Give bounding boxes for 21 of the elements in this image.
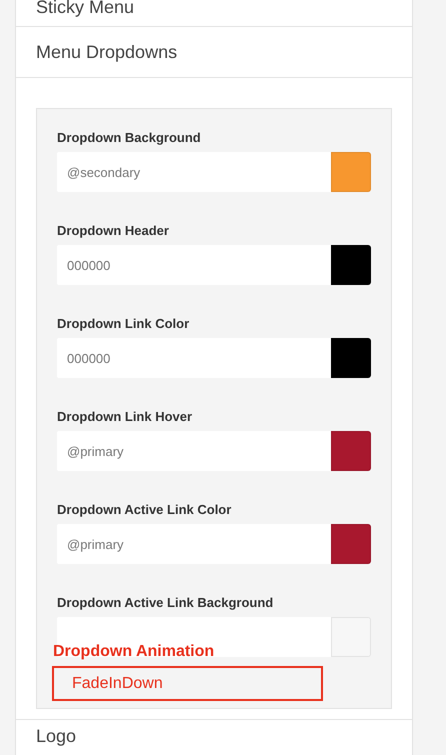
- field-label: Dropdown Background: [57, 131, 202, 145]
- color-input[interactable]: 000000: [57, 245, 331, 285]
- field-label: Dropdown Link Color: [57, 317, 190, 331]
- color-swatch[interactable]: [331, 617, 371, 657]
- field-label: Dropdown Link Hover: [57, 410, 194, 424]
- animation-select[interactable]: FadeInDown: [52, 666, 323, 701]
- field-label: Dropdown Active Link Background: [57, 596, 274, 610]
- color-swatch[interactable]: [331, 524, 371, 564]
- color-input[interactable]: 000000: [57, 338, 331, 378]
- field-label: Dropdown Header: [57, 224, 170, 238]
- color-input[interactable]: @secondary: [57, 152, 331, 192]
- section-title[interactable]: Logo: [36, 726, 76, 746]
- section-title[interactable]: Menu Dropdowns: [36, 42, 178, 62]
- animation-label: Dropdown Animation: [53, 643, 216, 660]
- field-label: Dropdown Active Link Color: [57, 503, 232, 517]
- color-swatch[interactable]: [331, 338, 371, 378]
- color-input[interactable]: @primary: [57, 524, 331, 564]
- color-input[interactable]: @primary: [57, 431, 331, 471]
- color-swatch[interactable]: [331, 431, 371, 471]
- color-swatch[interactable]: [331, 152, 371, 192]
- color-swatch[interactable]: [331, 245, 371, 285]
